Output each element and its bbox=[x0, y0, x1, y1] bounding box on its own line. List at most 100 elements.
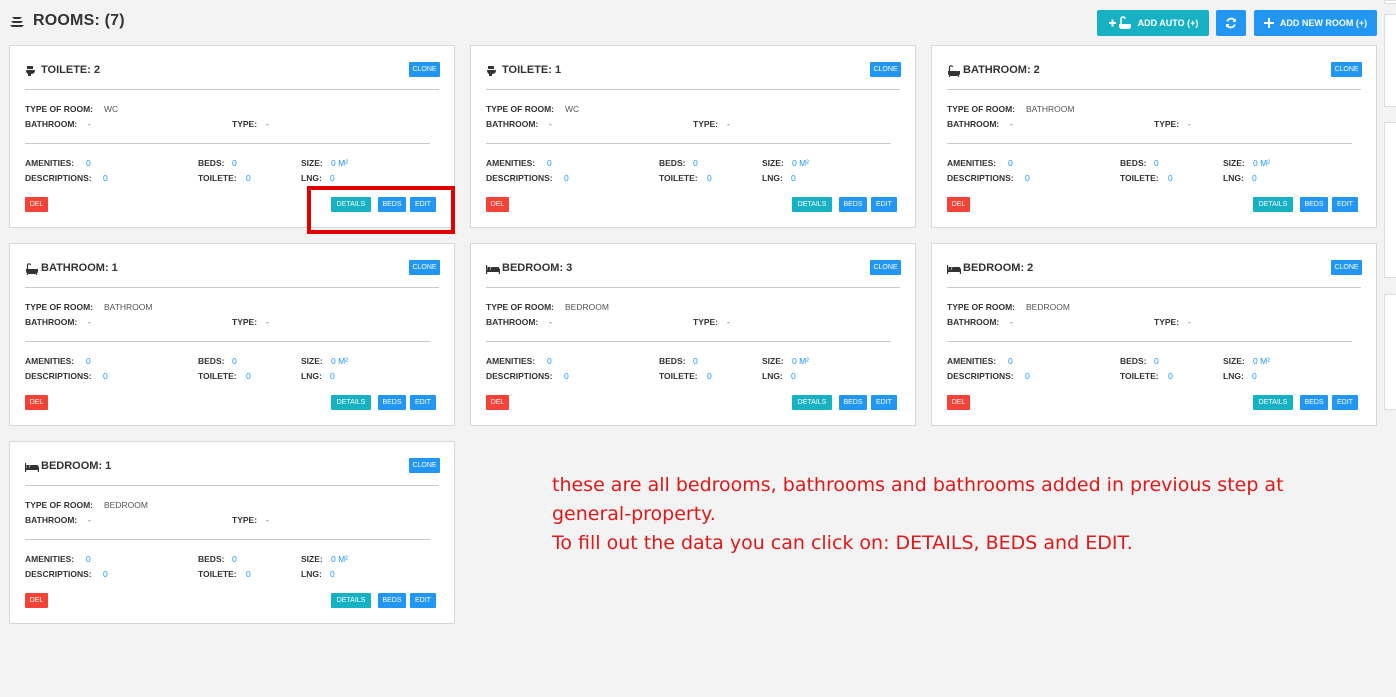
amenities-label: AMENITIES: bbox=[25, 356, 75, 366]
details-button[interactable]: DETAILS bbox=[1253, 197, 1293, 212]
beds-value[interactable]: 0 bbox=[232, 356, 237, 366]
delete-button[interactable]: DEL bbox=[947, 197, 970, 212]
lng-value[interactable]: 0 bbox=[330, 569, 335, 579]
size-value[interactable]: 0 M² bbox=[1253, 158, 1270, 168]
divider bbox=[25, 539, 430, 540]
clone-button[interactable]: CLONE bbox=[409, 458, 440, 473]
beds-label: BEDS: bbox=[1120, 356, 1147, 366]
edit-button[interactable]: EDIT bbox=[871, 395, 897, 410]
size-value[interactable]: 0 M² bbox=[331, 554, 348, 564]
bed-icon bbox=[947, 265, 961, 274]
descriptions-value[interactable]: 0 bbox=[103, 371, 108, 381]
descriptions-label: DESCRIPTIONS: bbox=[486, 371, 553, 381]
beds-label: BEDS: bbox=[198, 554, 225, 564]
edit-button[interactable]: EDIT bbox=[1332, 395, 1358, 410]
beds-value[interactable]: 0 bbox=[693, 158, 698, 168]
amenities-value[interactable]: 0 bbox=[86, 158, 91, 168]
descriptions-value[interactable]: 0 bbox=[564, 173, 569, 183]
bathroom-label: BATHROOM: bbox=[486, 317, 539, 327]
amenities-label: AMENITIES: bbox=[25, 158, 75, 168]
lng-value[interactable]: 0 bbox=[330, 371, 335, 381]
add-new-room-button[interactable]: ADD NEW ROOM (+) bbox=[1254, 10, 1377, 36]
details-button[interactable]: DETAILS bbox=[331, 593, 371, 608]
beds-button[interactable]: BEDS bbox=[1300, 197, 1328, 212]
delete-button[interactable]: DEL bbox=[25, 593, 48, 608]
refresh-button[interactable] bbox=[1216, 10, 1246, 36]
beds-value[interactable]: 0 bbox=[232, 554, 237, 564]
descriptions-value[interactable]: 0 bbox=[1025, 371, 1030, 381]
clone-button[interactable]: CLONE bbox=[1331, 260, 1362, 275]
lng-value[interactable]: 0 bbox=[330, 173, 335, 183]
size-value[interactable]: 0 M² bbox=[792, 158, 809, 168]
delete-button[interactable]: DEL bbox=[25, 197, 48, 212]
descriptions-label: DESCRIPTIONS: bbox=[25, 569, 92, 579]
toilete-value[interactable]: 0 bbox=[246, 173, 251, 183]
descriptions-value[interactable]: 0 bbox=[103, 569, 108, 579]
divider bbox=[25, 287, 439, 288]
toilete-value[interactable]: 0 bbox=[707, 371, 712, 381]
bathtub-icon bbox=[26, 263, 38, 275]
lng-value[interactable]: 0 bbox=[791, 173, 796, 183]
toilete-value[interactable]: 0 bbox=[246, 371, 251, 381]
amenities-value[interactable]: 0 bbox=[86, 356, 91, 366]
clone-button[interactable]: CLONE bbox=[409, 62, 440, 77]
descriptions-value[interactable]: 0 bbox=[103, 173, 108, 183]
details-button[interactable]: DETAILS bbox=[331, 395, 371, 410]
lng-label: LNG: bbox=[1223, 173, 1244, 183]
descriptions-value[interactable]: 0 bbox=[1025, 173, 1030, 183]
type-of-room-label: TYPE OF ROOM: bbox=[486, 302, 554, 312]
add-auto-button[interactable]: ADD AUTO (+) bbox=[1097, 10, 1209, 36]
descriptions-value[interactable]: 0 bbox=[564, 371, 569, 381]
type-value: - bbox=[1188, 119, 1191, 129]
edit-button[interactable]: EDIT bbox=[410, 593, 436, 608]
amenities-value[interactable]: 0 bbox=[547, 356, 552, 366]
toilete-value[interactable]: 0 bbox=[1168, 371, 1173, 381]
beds-value[interactable]: 0 bbox=[1154, 158, 1159, 168]
details-button[interactable]: DETAILS bbox=[792, 197, 832, 212]
amenities-value[interactable]: 0 bbox=[1008, 356, 1013, 366]
edit-button[interactable]: EDIT bbox=[410, 395, 436, 410]
delete-button[interactable]: DEL bbox=[486, 395, 509, 410]
bathtub-icon bbox=[948, 65, 960, 77]
amenities-value[interactable]: 0 bbox=[86, 554, 91, 564]
edit-button[interactable]: EDIT bbox=[1332, 197, 1358, 212]
beds-label: BEDS: bbox=[1120, 158, 1147, 168]
beds-button[interactable]: BEDS bbox=[378, 593, 406, 608]
delete-button[interactable]: DEL bbox=[947, 395, 970, 410]
delete-button[interactable]: DEL bbox=[25, 395, 48, 410]
beds-value[interactable]: 0 bbox=[693, 356, 698, 366]
size-value[interactable]: 0 M² bbox=[331, 356, 348, 366]
toilete-value[interactable]: 0 bbox=[246, 569, 251, 579]
edit-button[interactable]: EDIT bbox=[871, 197, 897, 212]
clone-button[interactable]: CLONE bbox=[870, 62, 901, 77]
lng-value[interactable]: 0 bbox=[791, 371, 796, 381]
details-button[interactable]: DETAILS bbox=[792, 395, 832, 410]
lng-value[interactable]: 0 bbox=[1252, 371, 1257, 381]
size-value[interactable]: 0 M² bbox=[331, 158, 348, 168]
beds-value[interactable]: 0 bbox=[232, 158, 237, 168]
divider bbox=[947, 341, 1352, 342]
bed-icon bbox=[486, 265, 500, 274]
beds-button[interactable]: BEDS bbox=[839, 197, 867, 212]
clone-button[interactable]: CLONE bbox=[870, 260, 901, 275]
room-card: BATHROOM: 2 CLONE TYPE OF ROOM: BATHROOM… bbox=[931, 45, 1377, 228]
beds-button[interactable]: BEDS bbox=[378, 395, 406, 410]
lng-label: LNG: bbox=[1223, 371, 1244, 381]
size-value[interactable]: 0 M² bbox=[792, 356, 809, 366]
beds-button[interactable]: BEDS bbox=[1300, 395, 1328, 410]
lng-value[interactable]: 0 bbox=[1252, 173, 1257, 183]
clone-button[interactable]: CLONE bbox=[1331, 62, 1362, 77]
toilete-value[interactable]: 0 bbox=[707, 173, 712, 183]
beds-value[interactable]: 0 bbox=[1154, 356, 1159, 366]
clone-button[interactable]: CLONE bbox=[409, 260, 440, 275]
beds-button[interactable]: BEDS bbox=[839, 395, 867, 410]
annotation-line: general-property. bbox=[552, 503, 716, 525]
details-button[interactable]: DETAILS bbox=[1253, 395, 1293, 410]
size-value[interactable]: 0 M² bbox=[1253, 356, 1270, 366]
toilete-value[interactable]: 0 bbox=[1168, 173, 1173, 183]
amenities-value[interactable]: 0 bbox=[547, 158, 552, 168]
delete-button[interactable]: DEL bbox=[486, 197, 509, 212]
amenities-value[interactable]: 0 bbox=[1008, 158, 1013, 168]
toilete-label: TOILETE: bbox=[198, 173, 237, 183]
bathroom-label: BATHROOM: bbox=[25, 119, 78, 129]
